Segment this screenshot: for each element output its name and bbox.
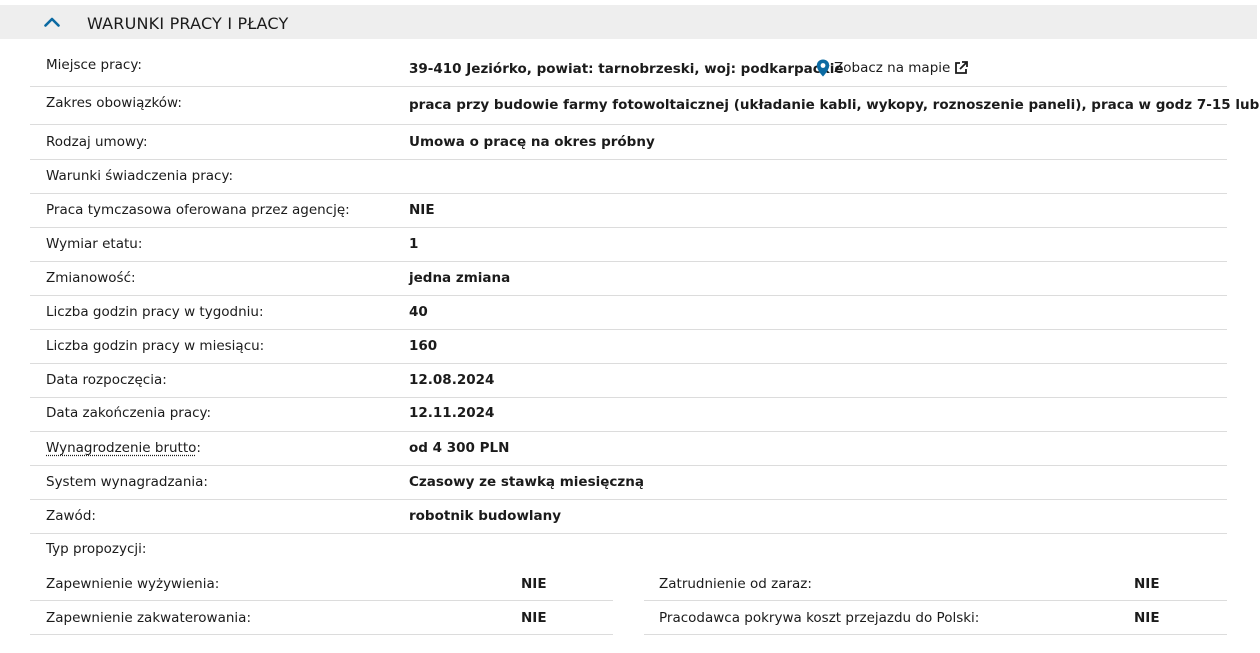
row-value: robotnik budowlany <box>409 508 562 524</box>
row-value: jedna zmiana <box>409 270 511 286</box>
section-title: WARUNKI PRACY I PŁACY <box>87 14 289 33</box>
row-label: Miejsce pracy: <box>46 57 142 73</box>
row-label: Warunki świadczenia pracy: <box>46 168 234 184</box>
row-label: Wymiar etatu: <box>46 236 143 252</box>
row-label: Rodzaj umowy: <box>46 134 148 150</box>
proposal-label: Zapewnienie wyżywienia: <box>46 576 220 592</box>
proposal-label: Zatrudnienie od zaraz: <box>659 576 812 592</box>
row-value: 40 <box>409 304 428 320</box>
row-label: Zawód: <box>46 508 96 524</box>
proposal-accommodation: Zapewnienie zakwaterowania: NIE <box>30 601 613 635</box>
row-shifts: Zmianowość: jedna zmiana <box>30 262 1227 296</box>
show-on-map-link[interactable]: Zobacz na mapie <box>816 59 969 77</box>
row-value: NIE <box>409 202 435 218</box>
section-header[interactable]: WARUNKI PRACY I PŁACY <box>0 5 1257 39</box>
row-label: Liczba godzin pracy w miesiącu: <box>46 338 265 354</box>
row-value: 160 <box>409 338 438 354</box>
row-pay-system: System wynagradzania: Czasowy ze stawką … <box>30 466 1227 500</box>
row-label: Praca tymczasowa oferowana przez agencję… <box>46 202 350 218</box>
proposal-label: Zapewnienie zakwaterowania: <box>46 610 251 626</box>
row-value: Umowa o pracę na okres próbny <box>409 134 655 150</box>
row-proposal-type: Typ propozycji: <box>30 534 1227 566</box>
row-label: Data rozpoczęcia: <box>46 372 167 388</box>
proposal-value: NIE <box>521 576 547 592</box>
row-label: System wynagradzania: <box>46 474 208 490</box>
row-value: 12.11.2024 <box>409 405 495 421</box>
row-occupation: Zawód: robotnik budowlany <box>30 500 1227 534</box>
row-monthly-hours: Liczba godzin pracy w miesiącu: 160 <box>30 330 1227 364</box>
row-contract-type: Rodzaj umowy: Umowa o pracę na okres pró… <box>30 125 1227 160</box>
row-start-date: Data rozpoczęcia: 12.08.2024 <box>30 364 1227 398</box>
row-employment-fraction: Wymiar etatu: 1 <box>30 228 1227 262</box>
row-end-date: Data zakończenia pracy: 12.11.2024 <box>30 398 1227 432</box>
map-pin-icon <box>816 59 830 77</box>
row-value: 12.08.2024 <box>409 372 495 388</box>
row-work-conditions: Warunki świadczenia pracy: <box>30 160 1227 194</box>
proposal-label: Pracodawca pokrywa koszt przejazdu do Po… <box>659 610 980 626</box>
show-on-map-label: Zobacz na mapie <box>834 60 951 76</box>
gross-salary-tooltip-term[interactable]: Wynagrodzenie brutto <box>46 440 196 456</box>
row-label: Zmianowość: <box>46 270 136 286</box>
row-label: Zakres obowiązków: <box>46 95 182 111</box>
row-duties: Zakres obowiązków: praca przy budowie fa… <box>30 87 1260 125</box>
proposal-value: NIE <box>521 610 547 626</box>
proposal-meals: Zapewnienie wyżywienia: NIE <box>30 567 613 601</box>
proposal-immediate-hire: Zatrudnienie od zaraz: NIE <box>644 567 1227 601</box>
row-value: od 4 300 PLN <box>409 440 510 456</box>
row-value: 1 <box>409 236 419 252</box>
row-label: Wynagrodzenie brutto: <box>46 440 201 456</box>
proposal-value: NIE <box>1134 610 1160 626</box>
row-label: Liczba godzin pracy w tygodniu: <box>46 304 264 320</box>
row-gross-salary: Wynagrodzenie brutto: od 4 300 PLN <box>30 432 1227 466</box>
row-label: Typ propozycji: <box>46 541 147 557</box>
row-weekly-hours: Liczba godzin pracy w tygodniu: 40 <box>30 296 1227 330</box>
proposal-travel-cost: Pracodawca pokrywa koszt przejazdu do Po… <box>644 601 1227 635</box>
row-value: 39-410 Jeziórko, powiat: tarnobrzeski, w… <box>409 61 844 77</box>
row-temporary-agency: Praca tymczasowa oferowana przez agencję… <box>30 194 1227 228</box>
proposal-value: NIE <box>1134 576 1160 592</box>
row-workplace: Miejsce pracy: 39-410 Jeziórko, powiat: … <box>30 50 1227 87</box>
row-value: Czasowy ze stawką miesięczną <box>409 474 644 490</box>
external-link-icon <box>955 61 969 74</box>
row-label: Data zakończenia pracy: <box>46 405 212 421</box>
chevron-up-icon[interactable] <box>44 17 60 27</box>
row-value: praca przy budowie farmy fotowoltaicznej… <box>409 97 1260 113</box>
label-colon: : <box>196 440 201 456</box>
